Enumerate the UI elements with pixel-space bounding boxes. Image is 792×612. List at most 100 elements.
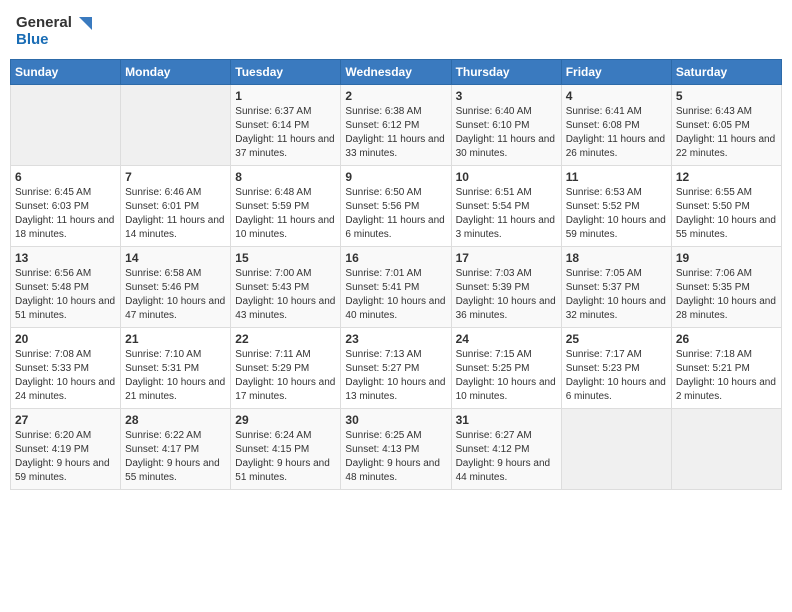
- day-number: 6: [15, 170, 116, 184]
- calendar-day-cell: 19 Sunrise: 7:06 AM Sunset: 5:35 PM Dayl…: [671, 246, 781, 327]
- daylight-hours: Daylight: 10 hours and 55 minutes.: [676, 215, 776, 240]
- sunset-time: Sunset: 5:27 PM: [345, 363, 419, 374]
- weekday-tuesday: Tuesday: [231, 59, 341, 84]
- day-info: Sunrise: 7:13 AM Sunset: 5:27 PM Dayligh…: [345, 348, 446, 404]
- sunrise-time: Sunrise: 7:03 AM: [456, 268, 532, 279]
- day-number: 1: [235, 89, 336, 103]
- day-info: Sunrise: 6:51 AM Sunset: 5:54 PM Dayligh…: [456, 186, 557, 242]
- logo-general: General: [16, 14, 92, 32]
- calendar-day-cell: 25 Sunrise: 7:17 AM Sunset: 5:23 PM Dayl…: [561, 327, 671, 408]
- calendar-day-cell: [671, 408, 781, 489]
- sunset-time: Sunset: 5:59 PM: [235, 201, 309, 212]
- daylight-hours: Daylight: 10 hours and 43 minutes.: [235, 296, 335, 321]
- calendar-day-cell: 30 Sunrise: 6:25 AM Sunset: 4:13 PM Dayl…: [341, 408, 451, 489]
- daylight-hours: Daylight: 9 hours and 48 minutes.: [345, 458, 440, 483]
- daylight-hours: Daylight: 10 hours and 32 minutes.: [566, 296, 666, 321]
- sunset-time: Sunset: 5:21 PM: [676, 363, 750, 374]
- day-number: 14: [125, 251, 226, 265]
- day-info: Sunrise: 7:18 AM Sunset: 5:21 PM Dayligh…: [676, 348, 777, 404]
- weekday-thursday: Thursday: [451, 59, 561, 84]
- sunset-time: Sunset: 4:12 PM: [456, 444, 530, 455]
- daylight-hours: Daylight: 11 hours and 10 minutes.: [235, 215, 334, 240]
- daylight-hours: Daylight: 10 hours and 10 minutes.: [456, 377, 556, 402]
- day-number: 21: [125, 332, 226, 346]
- sunrise-time: Sunrise: 7:13 AM: [345, 349, 421, 360]
- day-number: 18: [566, 251, 667, 265]
- calendar-day-cell: 3 Sunrise: 6:40 AM Sunset: 6:10 PM Dayli…: [451, 84, 561, 165]
- sunrise-time: Sunrise: 6:48 AM: [235, 187, 311, 198]
- day-info: Sunrise: 7:10 AM Sunset: 5:31 PM Dayligh…: [125, 348, 226, 404]
- day-number: 29: [235, 413, 336, 427]
- calendar-day-cell: [11, 84, 121, 165]
- calendar-day-cell: 27 Sunrise: 6:20 AM Sunset: 4:19 PM Dayl…: [11, 408, 121, 489]
- sunset-time: Sunset: 6:03 PM: [15, 201, 89, 212]
- sunset-time: Sunset: 5:43 PM: [235, 282, 309, 293]
- calendar-day-cell: 4 Sunrise: 6:41 AM Sunset: 6:08 PM Dayli…: [561, 84, 671, 165]
- daylight-hours: Daylight: 9 hours and 59 minutes.: [15, 458, 110, 483]
- calendar-day-cell: 12 Sunrise: 6:55 AM Sunset: 5:50 PM Dayl…: [671, 165, 781, 246]
- daylight-hours: Daylight: 10 hours and 40 minutes.: [345, 296, 445, 321]
- daylight-hours: Daylight: 11 hours and 14 minutes.: [125, 215, 224, 240]
- sunrise-time: Sunrise: 7:05 AM: [566, 268, 642, 279]
- day-info: Sunrise: 6:58 AM Sunset: 5:46 PM Dayligh…: [125, 267, 226, 323]
- day-info: Sunrise: 6:43 AM Sunset: 6:05 PM Dayligh…: [676, 105, 777, 161]
- calendar-day-cell: 21 Sunrise: 7:10 AM Sunset: 5:31 PM Dayl…: [121, 327, 231, 408]
- day-info: Sunrise: 6:20 AM Sunset: 4:19 PM Dayligh…: [15, 429, 116, 485]
- calendar-day-cell: 23 Sunrise: 7:13 AM Sunset: 5:27 PM Dayl…: [341, 327, 451, 408]
- sunset-time: Sunset: 4:15 PM: [235, 444, 309, 455]
- day-info: Sunrise: 6:55 AM Sunset: 5:50 PM Dayligh…: [676, 186, 777, 242]
- calendar-day-cell: 17 Sunrise: 7:03 AM Sunset: 5:39 PM Dayl…: [451, 246, 561, 327]
- daylight-hours: Daylight: 11 hours and 6 minutes.: [345, 215, 444, 240]
- daylight-hours: Daylight: 11 hours and 26 minutes.: [566, 134, 665, 159]
- day-info: Sunrise: 6:46 AM Sunset: 6:01 PM Dayligh…: [125, 186, 226, 242]
- calendar-day-cell: 31 Sunrise: 6:27 AM Sunset: 4:12 PM Dayl…: [451, 408, 561, 489]
- day-info: Sunrise: 6:37 AM Sunset: 6:14 PM Dayligh…: [235, 105, 336, 161]
- day-number: 24: [456, 332, 557, 346]
- calendar-day-cell: 8 Sunrise: 6:48 AM Sunset: 5:59 PM Dayli…: [231, 165, 341, 246]
- page-header: General Blue: [10, 10, 782, 53]
- calendar-day-cell: 20 Sunrise: 7:08 AM Sunset: 5:33 PM Dayl…: [11, 327, 121, 408]
- sunrise-time: Sunrise: 7:00 AM: [235, 268, 311, 279]
- day-info: Sunrise: 7:05 AM Sunset: 5:37 PM Dayligh…: [566, 267, 667, 323]
- sunrise-time: Sunrise: 6:55 AM: [676, 187, 752, 198]
- sunrise-time: Sunrise: 6:27 AM: [456, 430, 532, 441]
- sunset-time: Sunset: 6:10 PM: [456, 120, 530, 131]
- day-number: 3: [456, 89, 557, 103]
- sunrise-time: Sunrise: 6:46 AM: [125, 187, 201, 198]
- calendar-day-cell: 9 Sunrise: 6:50 AM Sunset: 5:56 PM Dayli…: [341, 165, 451, 246]
- calendar-week-row: 6 Sunrise: 6:45 AM Sunset: 6:03 PM Dayli…: [11, 165, 782, 246]
- day-number: 28: [125, 413, 226, 427]
- calendar-week-row: 27 Sunrise: 6:20 AM Sunset: 4:19 PM Dayl…: [11, 408, 782, 489]
- calendar-week-row: 1 Sunrise: 6:37 AM Sunset: 6:14 PM Dayli…: [11, 84, 782, 165]
- day-info: Sunrise: 6:53 AM Sunset: 5:52 PM Dayligh…: [566, 186, 667, 242]
- calendar-day-cell: 16 Sunrise: 7:01 AM Sunset: 5:41 PM Dayl…: [341, 246, 451, 327]
- day-info: Sunrise: 6:48 AM Sunset: 5:59 PM Dayligh…: [235, 186, 336, 242]
- day-info: Sunrise: 6:22 AM Sunset: 4:17 PM Dayligh…: [125, 429, 226, 485]
- day-number: 19: [676, 251, 777, 265]
- calendar-day-cell: 26 Sunrise: 7:18 AM Sunset: 5:21 PM Dayl…: [671, 327, 781, 408]
- day-info: Sunrise: 7:06 AM Sunset: 5:35 PM Dayligh…: [676, 267, 777, 323]
- sunset-time: Sunset: 6:08 PM: [566, 120, 640, 131]
- calendar-day-cell: 18 Sunrise: 7:05 AM Sunset: 5:37 PM Dayl…: [561, 246, 671, 327]
- day-info: Sunrise: 7:17 AM Sunset: 5:23 PM Dayligh…: [566, 348, 667, 404]
- sunrise-time: Sunrise: 7:01 AM: [345, 268, 421, 279]
- sunset-time: Sunset: 6:14 PM: [235, 120, 309, 131]
- sunset-time: Sunset: 5:56 PM: [345, 201, 419, 212]
- day-info: Sunrise: 6:50 AM Sunset: 5:56 PM Dayligh…: [345, 186, 446, 242]
- sunset-time: Sunset: 5:54 PM: [456, 201, 530, 212]
- calendar-day-cell: 13 Sunrise: 6:56 AM Sunset: 5:48 PM Dayl…: [11, 246, 121, 327]
- daylight-hours: Daylight: 9 hours and 55 minutes.: [125, 458, 220, 483]
- daylight-hours: Daylight: 10 hours and 51 minutes.: [15, 296, 115, 321]
- calendar-day-cell: 22 Sunrise: 7:11 AM Sunset: 5:29 PM Dayl…: [231, 327, 341, 408]
- sunset-time: Sunset: 5:31 PM: [125, 363, 199, 374]
- day-number: 15: [235, 251, 336, 265]
- calendar-day-cell: 1 Sunrise: 6:37 AM Sunset: 6:14 PM Dayli…: [231, 84, 341, 165]
- daylight-hours: Daylight: 10 hours and 36 minutes.: [456, 296, 556, 321]
- calendar-day-cell: [121, 84, 231, 165]
- day-info: Sunrise: 6:56 AM Sunset: 5:48 PM Dayligh…: [15, 267, 116, 323]
- sunset-time: Sunset: 4:19 PM: [15, 444, 89, 455]
- sunrise-time: Sunrise: 6:40 AM: [456, 106, 532, 117]
- sunrise-time: Sunrise: 7:18 AM: [676, 349, 752, 360]
- daylight-hours: Daylight: 9 hours and 51 minutes.: [235, 458, 330, 483]
- day-number: 16: [345, 251, 446, 265]
